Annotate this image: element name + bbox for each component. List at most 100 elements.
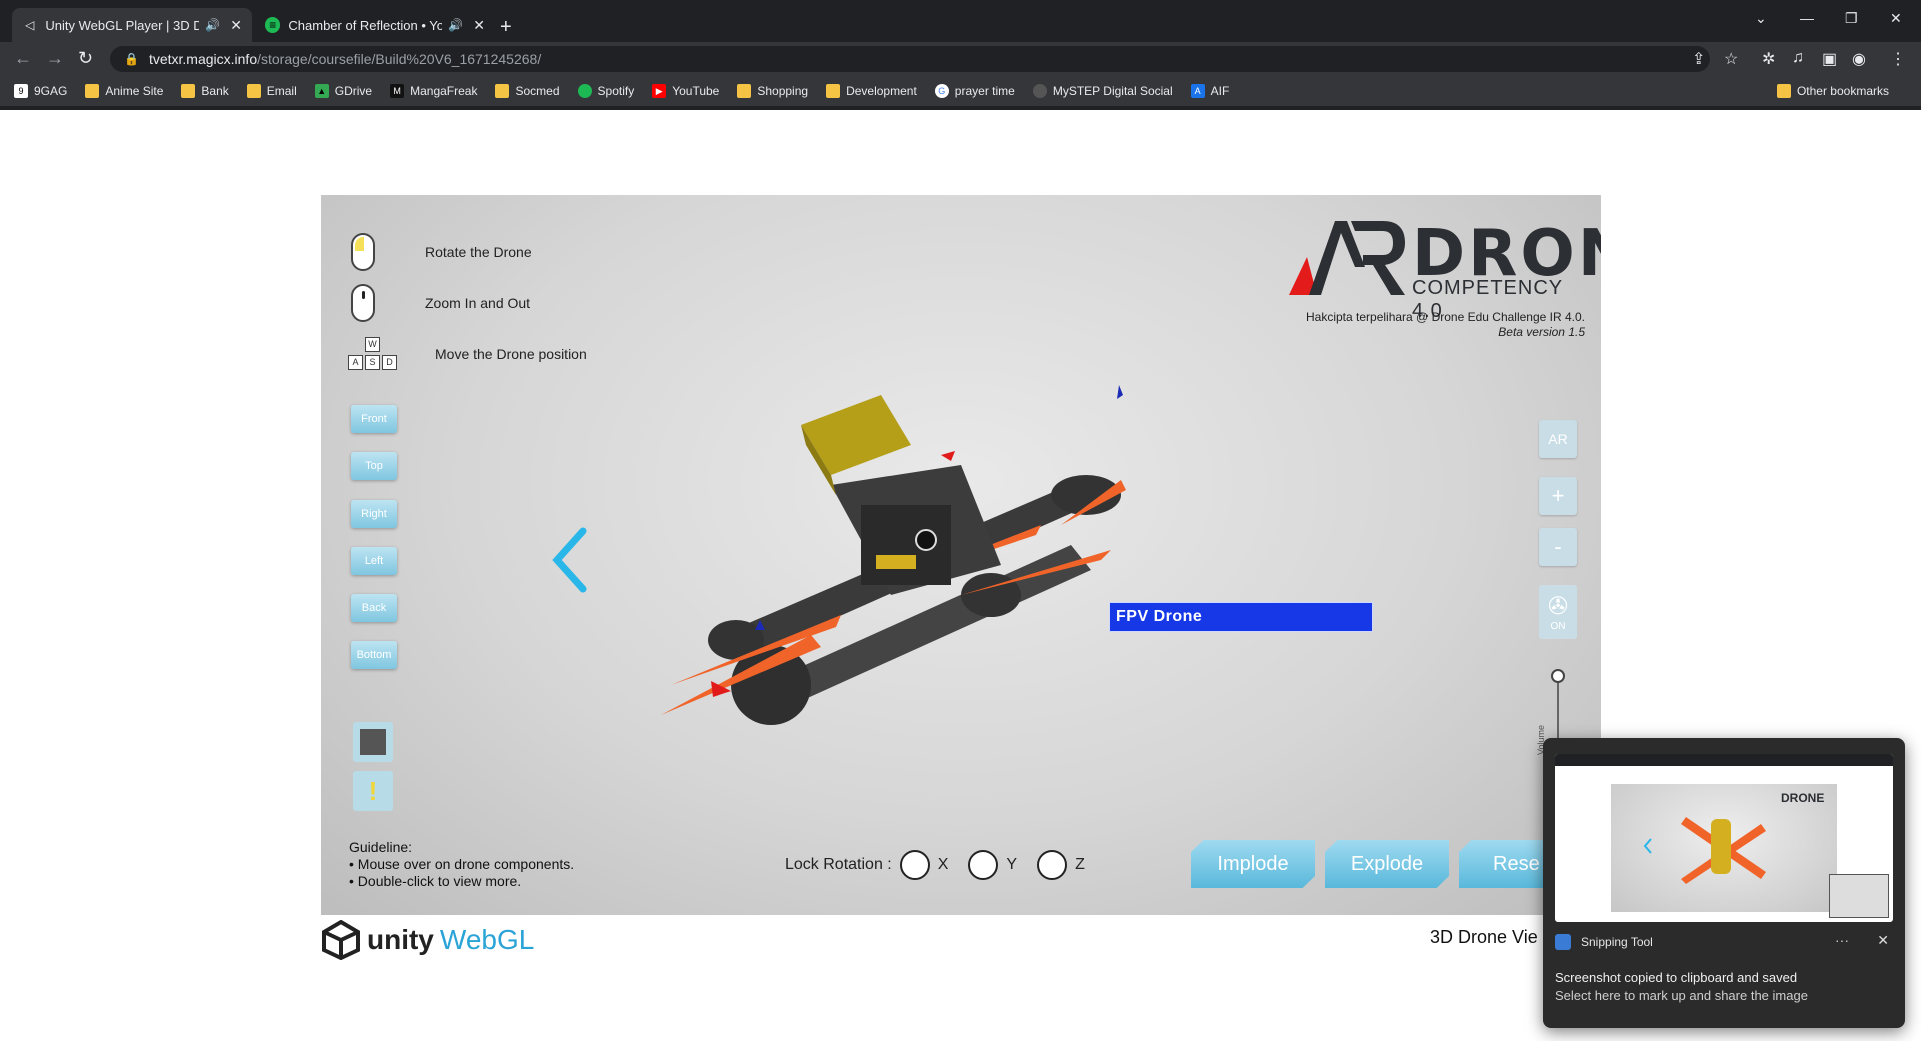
folder-icon — [737, 84, 752, 98]
bookmark-star-icon[interactable]: ☆ — [1724, 49, 1738, 69]
bookmark-shopping[interactable]: Shopping — [737, 84, 808, 98]
webgl-text: WebGL — [439, 924, 535, 955]
fan-state-label: ON — [1550, 621, 1566, 632]
tab-spotify[interactable]: ≡ Chamber of Reflection • Your 🔊 ✕ — [255, 8, 495, 42]
notification-submessage: Select here to mark up and share the ima… — [1555, 988, 1808, 1003]
view-top-button[interactable]: Top — [351, 452, 397, 480]
guideline-item: • Mouse over on drone components. — [349, 856, 575, 872]
sidepanel-icon[interactable]: ▣ — [1822, 49, 1837, 69]
warning-button[interactable]: ! — [353, 771, 393, 811]
bookmark-bank[interactable]: Bank — [181, 84, 229, 98]
exclamation-icon: ! — [368, 775, 378, 806]
ar-button[interactable]: AR — [1539, 420, 1577, 458]
reload-icon[interactable]: ↻ — [78, 48, 93, 69]
copyright-text: Hakcipta terpelihara @ Drone Edu Challen… — [1306, 310, 1585, 324]
folder-icon — [181, 84, 196, 98]
url-path: /storage/coursefile/Build%20V6_167124526… — [257, 51, 542, 67]
bookmark-aif[interactable]: A AIF — [1190, 84, 1229, 98]
volume-slider-handle[interactable] — [1551, 669, 1565, 683]
bookmarks-bar: 9 9GAG Anime Site Bank Email ▲ GDrive M Man… — [0, 76, 1921, 106]
unity-logo-icon — [322, 920, 360, 960]
restore-button[interactable]: ❐ — [1845, 10, 1858, 27]
view-left-button[interactable]: Left — [351, 547, 397, 575]
notification-message: Screenshot copied to clipboard and saved — [1555, 970, 1798, 985]
more-options-icon[interactable]: ··· — [1835, 932, 1849, 948]
bookmark-9gag[interactable]: 9 9GAG — [14, 84, 67, 98]
lock-rotation: Lock Rotation : X Y Z — [785, 850, 1085, 880]
gdrive-icon: ▲ — [314, 84, 329, 98]
new-tab-button[interactable]: + — [500, 16, 512, 39]
share-icon[interactable]: ⇪ — [1692, 49, 1705, 69]
browser-chrome: ◁ Unity WebGL Player | 3D Dro 🔊 ✕ ≡ Cham… — [0, 0, 1921, 110]
snipping-tool-notification[interactable]: DRONE Snipping Tool ··· ✕ Screenshot cop… — [1543, 738, 1905, 1028]
control-zoom-label: Zoom In and Out — [425, 295, 531, 311]
audio-icon[interactable]: 🔊 — [205, 18, 220, 32]
other-bookmarks[interactable]: Other bookmarks — [1776, 84, 1889, 98]
tab-strip: ◁ Unity WebGL Player | 3D Dro 🔊 ✕ ≡ Cham… — [0, 8, 1921, 42]
unity-canvas[interactable]: Rotate the Drone Zoom In and Out W A S D… — [321, 195, 1601, 915]
unity-favicon-icon: ◁ — [25, 18, 35, 32]
lock-icon: 🔒 — [124, 52, 139, 66]
bookmark-email[interactable]: Email — [246, 84, 297, 98]
implode-button[interactable]: Implode — [1191, 840, 1315, 888]
bookmark-youtube[interactable]: ▶ YouTube — [652, 84, 719, 98]
control-move-label: Move the Drone position — [435, 346, 587, 362]
address-bar[interactable]: 🔒 tvetxr.magicx.info/storage/coursefile/… — [110, 46, 1710, 72]
lock-z-radio[interactable] — [1037, 850, 1068, 880]
mouse-scroll-icon — [351, 284, 375, 322]
bookmark-anime-site[interactable]: Anime Site — [85, 84, 163, 98]
extensions-icon[interactable]: ✲ — [1762, 49, 1775, 69]
bookmark-prayer-time[interactable]: Gprayer time — [934, 84, 1015, 98]
zoom-in-button[interactable]: + — [1539, 477, 1577, 515]
close-tab-icon[interactable]: ✕ — [230, 17, 242, 34]
beta-version: Beta version 1.5 — [1498, 325, 1585, 339]
guideline: Guideline: • Mouse over on drone compone… — [349, 839, 574, 890]
stop-icon — [360, 729, 386, 755]
tab-title: Unity WebGL Player | 3D Dro — [45, 17, 200, 33]
lock-y-radio[interactable] — [968, 850, 999, 880]
tab-unity[interactable]: ◁ Unity WebGL Player | 3D Dro 🔊 ✕ — [12, 8, 252, 42]
media-icon[interactable]: ♫ — [1792, 49, 1804, 67]
view-right-button[interactable]: Right — [351, 500, 397, 528]
control-zoom: Zoom In and Out — [351, 284, 530, 322]
forward-icon[interactable]: → — [46, 48, 64, 69]
stop-button[interactable] — [353, 722, 393, 762]
minimize-button[interactable]: — — [1800, 10, 1814, 26]
bookmark-socmed[interactable]: Socmed — [495, 84, 560, 98]
wasd-keys-icon: W A S D — [345, 335, 401, 373]
audio-icon[interactable]: 🔊 — [448, 18, 463, 32]
svg-text:DRONE: DRONE — [1781, 791, 1824, 805]
fpv-drone-model[interactable] — [661, 385, 1261, 725]
bookmark-development[interactable]: Development — [826, 84, 917, 98]
menu-icon[interactable]: ⋮ — [1890, 49, 1906, 69]
unity-webgl-logo: unity WebGL — [321, 920, 534, 960]
view-front-button[interactable]: Front — [351, 405, 397, 433]
back-icon[interactable]: ← — [14, 48, 32, 69]
control-rotate-label: Rotate the Drone — [425, 244, 532, 260]
mystep-icon — [1032, 84, 1047, 98]
zoom-out-button[interactable]: - — [1539, 528, 1577, 566]
bookmark-mangafreak[interactable]: M MangaFreak — [390, 84, 477, 98]
close-notification-icon[interactable]: ✕ — [1877, 932, 1889, 949]
lock-x-radio[interactable] — [899, 850, 930, 880]
toolbar: ← → ↻ 🔒 tvetxr.magicx.info/storage/cours… — [0, 42, 1921, 76]
close-window-button[interactable]: ✕ — [1890, 10, 1902, 27]
folder-icon — [246, 84, 261, 98]
aif-icon: A — [1190, 84, 1205, 98]
previous-arrow-icon[interactable] — [549, 525, 589, 595]
notification-header: Snipping Tool — [1555, 934, 1653, 950]
tab-search-icon[interactable]: ⌄ — [1755, 10, 1767, 27]
profile-avatar-icon[interactable]: ◉ — [1852, 49, 1866, 69]
bookmark-mystep[interactable]: MySTEP Digital Social — [1032, 84, 1173, 98]
view-bottom-button[interactable]: Bottom — [351, 641, 397, 669]
explode-button[interactable]: Explode — [1325, 840, 1449, 888]
unity-text: unity — [367, 924, 434, 955]
bookmark-spotify[interactable]: Spotify — [577, 84, 634, 98]
screenshot-preview[interactable]: DRONE — [1555, 754, 1893, 922]
close-tab-icon[interactable]: ✕ — [473, 17, 485, 34]
bookmark-gdrive[interactable]: ▲ GDrive — [314, 84, 372, 98]
view-back-button[interactable]: Back — [351, 594, 397, 622]
guideline-item: • Double-click to view more. — [349, 873, 522, 889]
propeller-toggle-button[interactable]: ✇ ON — [1539, 585, 1577, 639]
youtube-icon: ▶ — [652, 84, 667, 98]
